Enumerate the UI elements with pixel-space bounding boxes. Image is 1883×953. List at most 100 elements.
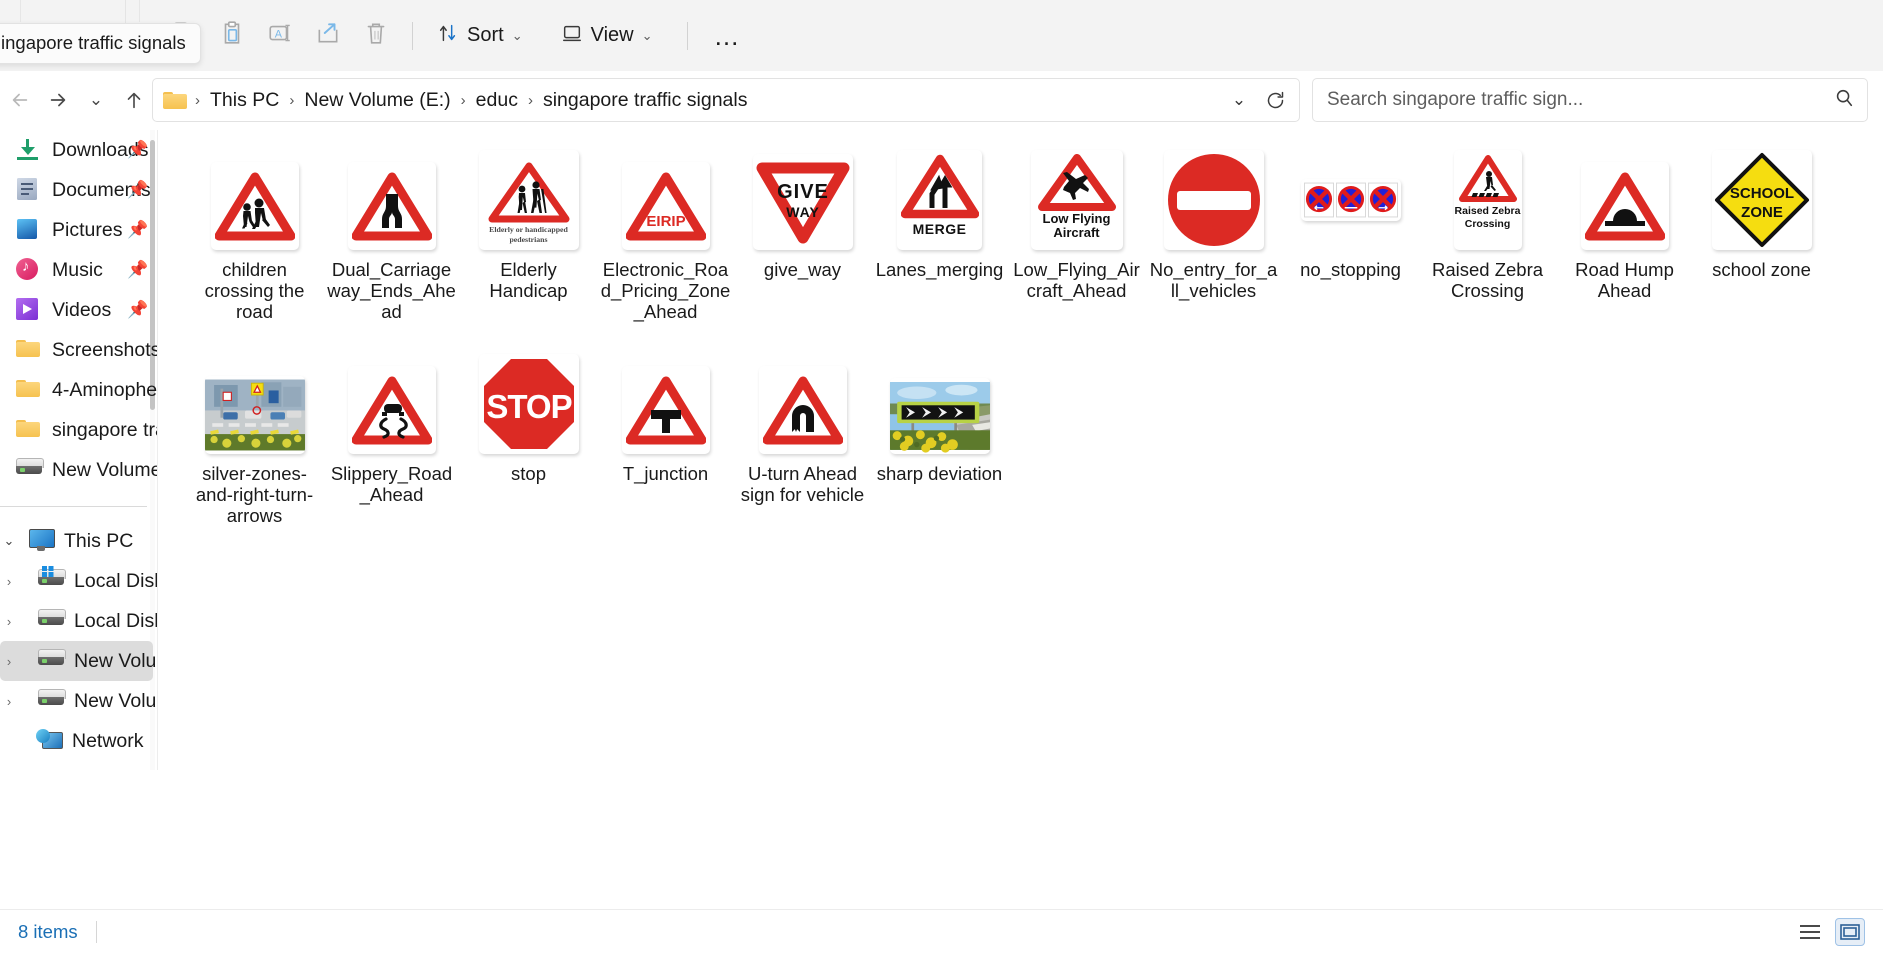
navigation-pane[interactable]: Downloads 📌 Documents 📌 Pictures 📌 Music… (0, 130, 157, 770)
file-explorer-window: A Sort ⌄ View ⌄ … ingapore traffic signa… (0, 0, 1883, 953)
refresh-button[interactable] (1257, 82, 1293, 118)
file-item[interactable]: SCHOOL ZONE school zone (1693, 142, 1830, 332)
large-icons-view-button[interactable] (1835, 917, 1865, 946)
address-bar[interactable]: › This PC › New Volume (E:) › educ › sin… (152, 78, 1300, 122)
file-item[interactable]: Raised Zebra Crossing Raised Zebra Cross… (1419, 142, 1556, 332)
file-name: silver-zones-and-right-turn-arrows (195, 463, 314, 526)
triangle-erp-icon: EIRIP (621, 162, 710, 250)
file-item[interactable]: Slippery_Road_Ahead (323, 346, 460, 536)
file-item[interactable]: Elderly or handicapped pedestrians Elder… (460, 142, 597, 332)
search-input[interactable] (1327, 89, 1833, 111)
file-item[interactable]: Dual_Carriageway_Ends_Ahead (323, 142, 460, 332)
back-button[interactable] (2, 80, 38, 120)
breadcrumb-item-current-folder[interactable]: singapore traffic signals (535, 85, 756, 116)
sidebar-divider (0, 506, 147, 507)
file-name: Lanes_merging (875, 259, 1004, 280)
view-button[interactable]: View ⌄ (549, 14, 665, 58)
breadcrumb-item-this-pc[interactable]: This PC (202, 85, 287, 116)
sidebar-item-pictures[interactable]: Pictures 📌 (0, 206, 153, 250)
sidebar-item-label: New Volume (E:) (52, 458, 157, 481)
toolbar-separator-2 (686, 21, 688, 50)
file-item[interactable]: T_junction (597, 346, 734, 536)
sidebar-item-network[interactable]: Network (0, 721, 153, 761)
svg-text:WAY: WAY (786, 204, 820, 220)
sidebar-item-label: Network (72, 729, 144, 752)
sidebar-item-this-pc[interactable]: ⌄ This PC (0, 521, 153, 561)
recent-locations-button[interactable]: ⌄ (78, 80, 114, 120)
sidebar-item-label: Local Disk (C:) (74, 569, 157, 592)
triangle-t-junction-icon (621, 366, 710, 454)
chevron-right-icon[interactable]: › (0, 694, 18, 709)
file-item[interactable]: no_stopping (1282, 142, 1419, 332)
breadcrumb-item-new-volume-e[interactable]: New Volume (E:) (296, 85, 458, 116)
breadcrumb-item-educ[interactable]: educ (468, 85, 526, 116)
search-icon[interactable] (1833, 87, 1855, 114)
command-bar: A Sort ⌄ View ⌄ … ingapore traffic signa… (0, 0, 1883, 71)
sidebar-item-4-aminophenol[interactable]: 4-Aminophenol (0, 370, 157, 410)
file-name: Electronic_Road_Pricing_Zone_Ahead (600, 259, 731, 322)
sidebar-item-screenshots[interactable]: Screenshots (0, 330, 157, 370)
music-icon (16, 258, 42, 282)
search-box[interactable] (1312, 78, 1868, 122)
file-name: T_junction (622, 463, 709, 484)
paste-button[interactable] (208, 14, 256, 58)
address-history-button[interactable]: ⌄ (1221, 82, 1257, 118)
triangle-merge-icon: MERGE (897, 150, 982, 250)
file-name: Slippery_Road_Ahead (330, 463, 453, 505)
sort-button[interactable]: Sort ⌄ (425, 14, 535, 58)
inverted-triangle-give-way-icon: GIVE WAY (752, 154, 853, 250)
sidebar-item-local-disk-d[interactable]: › Local Disk (D:) (0, 601, 157, 641)
folder-icon (163, 90, 187, 110)
sidebar-item-videos[interactable]: Videos 📌 (0, 290, 153, 330)
file-item[interactable]: sharp deviation (871, 346, 1008, 536)
sidebar-item-downloads[interactable]: Downloads 📌 (0, 130, 153, 170)
details-view-button[interactable] (1795, 918, 1825, 946)
chevron-right-icon[interactable]: › (0, 614, 18, 629)
sort-label: Sort (467, 24, 504, 46)
delete-icon (363, 20, 389, 51)
file-item[interactable]: children crossing the road (186, 142, 323, 332)
chevron-right-icon[interactable]: › (0, 574, 18, 589)
sidebar-item-documents[interactable]: Documents 📌 (0, 170, 153, 210)
triangle-zebra-crossing-icon: Raised Zebra Crossing (1453, 150, 1522, 250)
sidebar-item-local-disk-c[interactable]: › Local Disk (C:) (0, 561, 157, 601)
svg-text:SCHOOL: SCHOOL (1729, 185, 1793, 202)
file-item[interactable]: MERGE Lanes_merging (871, 142, 1008, 332)
see-more-button[interactable]: … (704, 14, 752, 58)
drive-icon (38, 609, 64, 633)
sidebar-item-music[interactable]: Music 📌 (0, 250, 153, 290)
thumbnail (342, 354, 442, 454)
chevron-right-icon[interactable]: › (0, 654, 18, 669)
pictures-icon (7, 206, 42, 242)
sort-icon (437, 22, 459, 50)
file-name: give_way (763, 259, 842, 280)
photo-chevron-sign-icon (889, 378, 990, 454)
rename-button[interactable]: A (256, 14, 304, 58)
file-item[interactable]: silver-zones-and-right-turn-arrows (186, 346, 323, 536)
file-list-pane[interactable]: children crossing the road Dual_Carriage… (157, 130, 1883, 770)
sidebar-item-new-volume-e[interactable]: › New Volume (E (0, 641, 157, 681)
file-item[interactable]: Road Hump Ahead (1556, 142, 1693, 332)
three-no-stopping-signs-icon (1300, 179, 1401, 221)
forward-button[interactable] (40, 80, 76, 120)
sidebar-item-new-volume-e-quick[interactable]: New Volume (E:) (0, 450, 157, 490)
file-item[interactable]: Low Flying Aircraft Low_Flying_Aircraft_… (1008, 142, 1145, 332)
file-item[interactable]: GIVE WAY give_way (734, 142, 871, 332)
file-item[interactable]: EIRIP Electronic_Road_Pricing_Zone_Ahead (597, 142, 734, 332)
delete-button[interactable] (352, 14, 400, 58)
chevron-down-icon[interactable]: ⌄ (0, 533, 18, 549)
documents-icon (16, 178, 42, 202)
up-button[interactable] (116, 80, 152, 120)
sidebar-item-new-volume-f[interactable]: › New Volume (F (0, 681, 157, 721)
file-item[interactable]: No_entry_for_all_vehicles (1145, 142, 1282, 332)
file-item[interactable]: STOP stop (460, 346, 597, 536)
tab-tooltip: ingapore traffic signals (0, 23, 201, 64)
triangle-children-crossing-icon (210, 162, 299, 250)
file-item[interactable]: U-turn Ahead sign for vehicle (734, 346, 871, 536)
breadcrumb: › This PC › New Volume (E:) › educ › sin… (193, 85, 1221, 116)
paste-icon (219, 20, 245, 51)
share-button[interactable] (304, 14, 352, 58)
sidebar-item-label: New Volume (F (74, 689, 157, 712)
file-name: U-turn Ahead sign for vehicle (740, 463, 865, 505)
sidebar-item-singapore-traffic[interactable]: singapore traffic (0, 410, 157, 450)
